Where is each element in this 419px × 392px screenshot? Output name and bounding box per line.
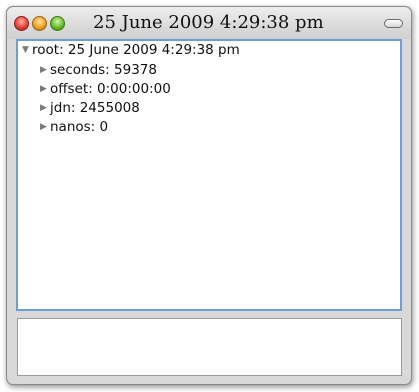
zoom-button[interactable] <box>50 16 65 31</box>
disclosure-expanded-icon[interactable]: ▼ <box>22 41 32 59</box>
tree-row-jdn[interactable]: ▶ jdn: 2455008 <box>40 99 140 117</box>
detail-text-pane[interactable] <box>17 318 402 376</box>
tree-row-label: nanos: 0 <box>50 119 109 135</box>
tree-row-nanos[interactable]: ▶ nanos: 0 <box>40 118 108 136</box>
tree-row-label: seconds: 59378 <box>50 62 157 78</box>
minimize-button[interactable] <box>32 16 47 31</box>
inspector-window: 25 June 2009 4:29:38 pm ▼ root: 25 June 2… <box>6 6 412 385</box>
tree-row-label: root: 25 June 2009 4:29:38 pm <box>32 42 240 58</box>
disclosure-collapsed-icon[interactable]: ▶ <box>40 61 50 79</box>
disclosure-collapsed-icon[interactable]: ▶ <box>40 80 50 98</box>
tree-row-seconds[interactable]: ▶ seconds: 59378 <box>40 61 157 79</box>
tree-row-label: offset: 0:00:00:00 <box>50 81 171 97</box>
close-button[interactable] <box>14 16 29 31</box>
title-bar[interactable]: 25 June 2009 4:29:38 pm <box>7 7 411 39</box>
disclosure-collapsed-icon[interactable]: ▶ <box>40 99 50 117</box>
tree-view[interactable]: ▼ root: 25 June 2009 4:29:38 pm ▶ seconds:… <box>16 39 402 311</box>
tree-row-offset[interactable]: ▶ offset: 0:00:00:00 <box>40 80 171 98</box>
tree-row-label: jdn: 2455008 <box>50 100 140 116</box>
toolbar-toggle-button[interactable] <box>384 19 403 28</box>
tree-row-root[interactable]: ▼ root: 25 June 2009 4:29:38 pm <box>22 41 240 59</box>
disclosure-collapsed-icon[interactable]: ▶ <box>40 118 50 136</box>
window-title: 25 June 2009 4:29:38 pm <box>93 12 324 33</box>
